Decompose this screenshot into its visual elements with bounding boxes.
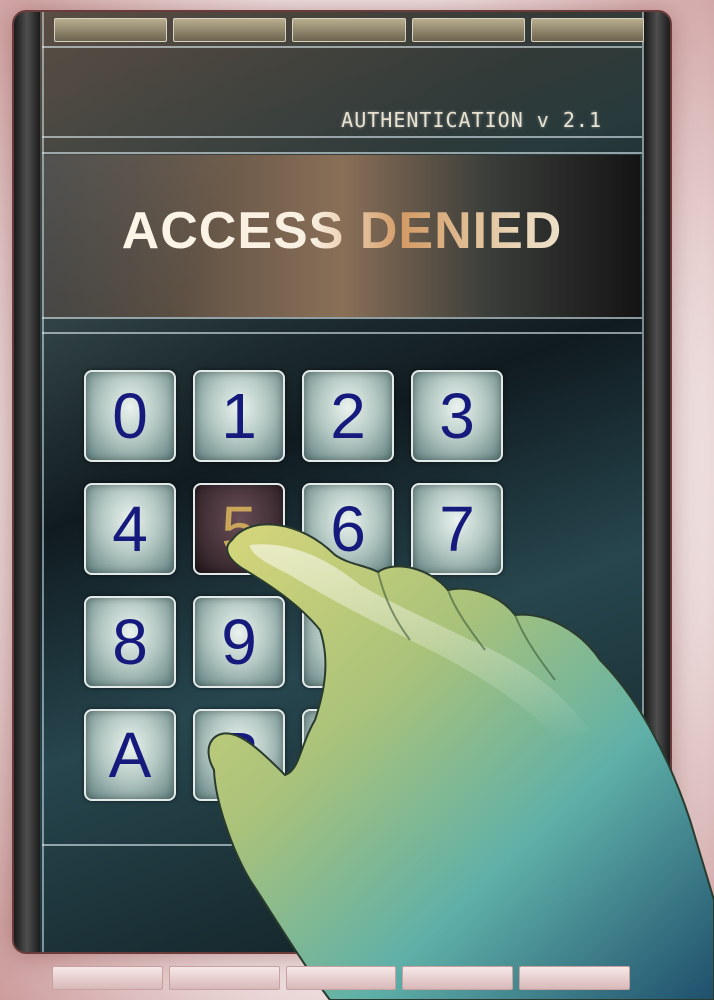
status-banner: ACCESS DENIED [44, 155, 640, 317]
indicator-segment [285, 966, 397, 990]
version-label: AUTHENTICATION v 2.1 [341, 108, 602, 132]
key-hidden[interactable] [302, 596, 394, 688]
divider [42, 332, 642, 334]
access-denied-text: ACCESS DENIED [44, 201, 640, 261]
key-a[interactable]: A [84, 709, 176, 801]
divider [42, 844, 642, 846]
top-indicator-strip [54, 18, 645, 46]
indicator-segment [530, 18, 645, 42]
right-rail [644, 12, 670, 952]
divider [42, 46, 642, 48]
divider [42, 317, 642, 319]
key-6[interactable]: 6 [302, 483, 394, 575]
key-7[interactable]: 7 [411, 483, 503, 575]
key-9[interactable]: 9 [193, 596, 285, 688]
key-1[interactable]: 1 [193, 370, 285, 462]
left-rail [14, 12, 40, 952]
key-5[interactable]: 5 [193, 483, 285, 575]
key-0[interactable]: 0 [84, 370, 176, 462]
indicator-segment [173, 18, 287, 42]
key-4[interactable]: 4 [84, 483, 176, 575]
divider [42, 152, 642, 154]
keypad: 0 1 2 3 4 5 6 7 8 9 A B C [84, 370, 504, 801]
key-2[interactable]: 2 [302, 370, 394, 462]
indicator-segment [292, 18, 406, 42]
key-c[interactable]: C [302, 709, 394, 801]
indicator-segment [411, 18, 525, 42]
indicator-segment [168, 966, 280, 990]
divider [42, 136, 642, 138]
indicator-segment [54, 18, 168, 42]
indicator-segment [52, 966, 163, 990]
key-8[interactable]: 8 [84, 596, 176, 688]
key-b[interactable]: B [193, 709, 285, 801]
key-3[interactable]: 3 [411, 370, 503, 462]
bottom-indicator-strip [52, 966, 630, 990]
indicator-segment [519, 966, 630, 990]
indicator-segment [402, 966, 514, 990]
